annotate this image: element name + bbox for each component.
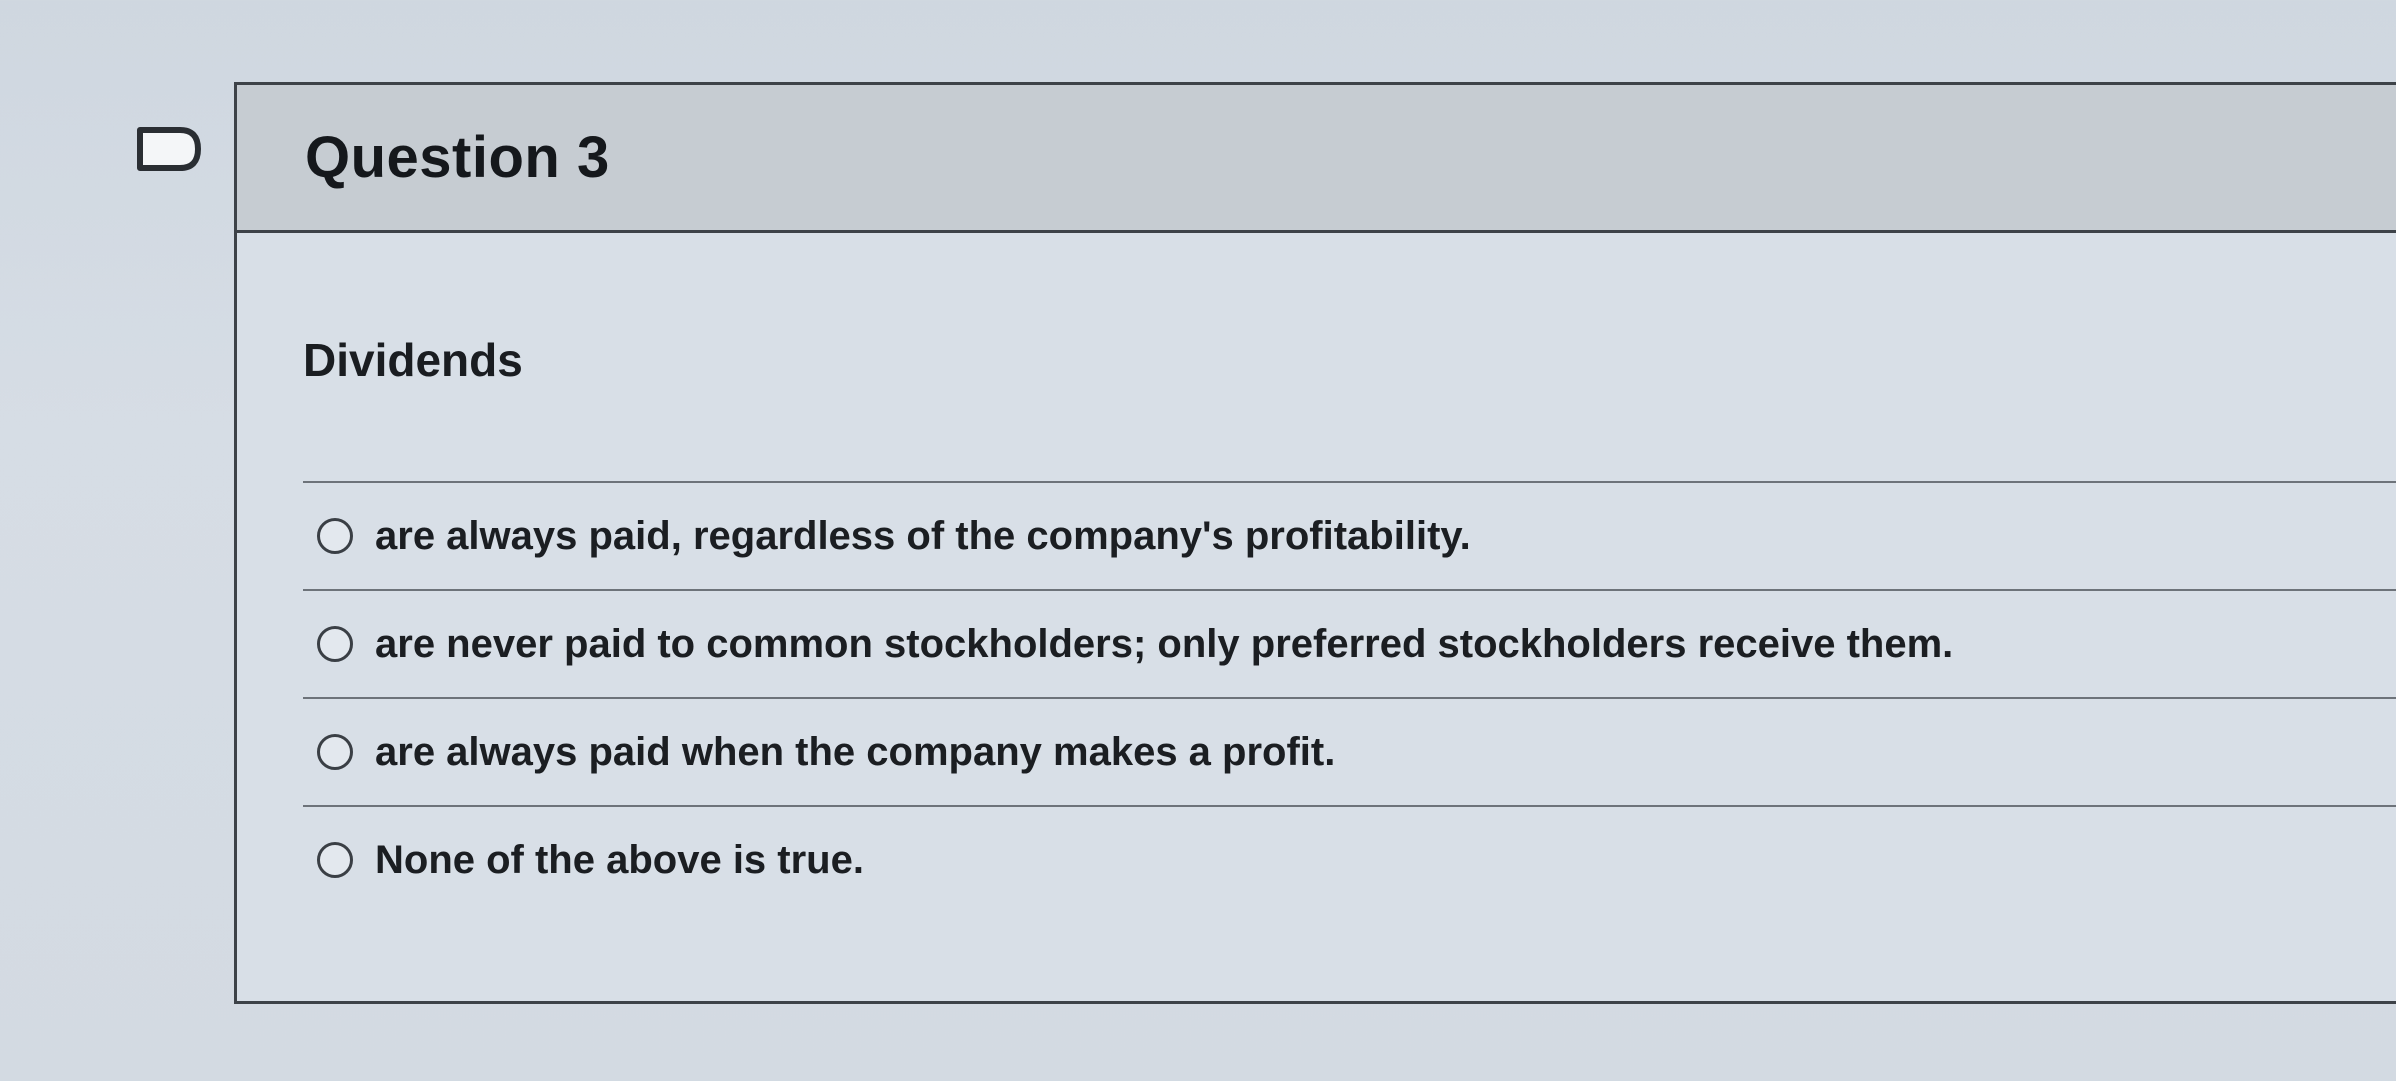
answer-option-2[interactable]: are never paid to common stockholders; o… [303, 591, 2396, 697]
flag-question-icon[interactable] [136, 126, 204, 172]
answer-list: are always paid, regardless of the compa… [303, 481, 2396, 913]
answer-label: are never paid to common stockholders; o… [375, 621, 1954, 666]
answer-option-1[interactable]: are always paid, regardless of the compa… [303, 483, 2396, 589]
answer-label: are always paid when the company makes a… [375, 729, 1336, 774]
radio-button[interactable] [317, 842, 353, 878]
radio-button[interactable] [317, 734, 353, 770]
answer-option-4[interactable]: None of the above is true. [303, 807, 2396, 913]
answer-label: None of the above is true. [375, 837, 864, 882]
question-title: Question 3 [305, 125, 610, 190]
answer-option-3[interactable]: are always paid when the company makes a… [303, 699, 2396, 805]
question-prompt: Dividends [303, 334, 523, 386]
radio-button[interactable] [317, 626, 353, 662]
question-header: Question 3 [237, 85, 2396, 233]
answer-label: are always paid, regardless of the compa… [375, 513, 1471, 558]
question-card: Question 3 Dividends are always paid, re… [234, 82, 2396, 1004]
radio-button[interactable] [317, 518, 353, 554]
